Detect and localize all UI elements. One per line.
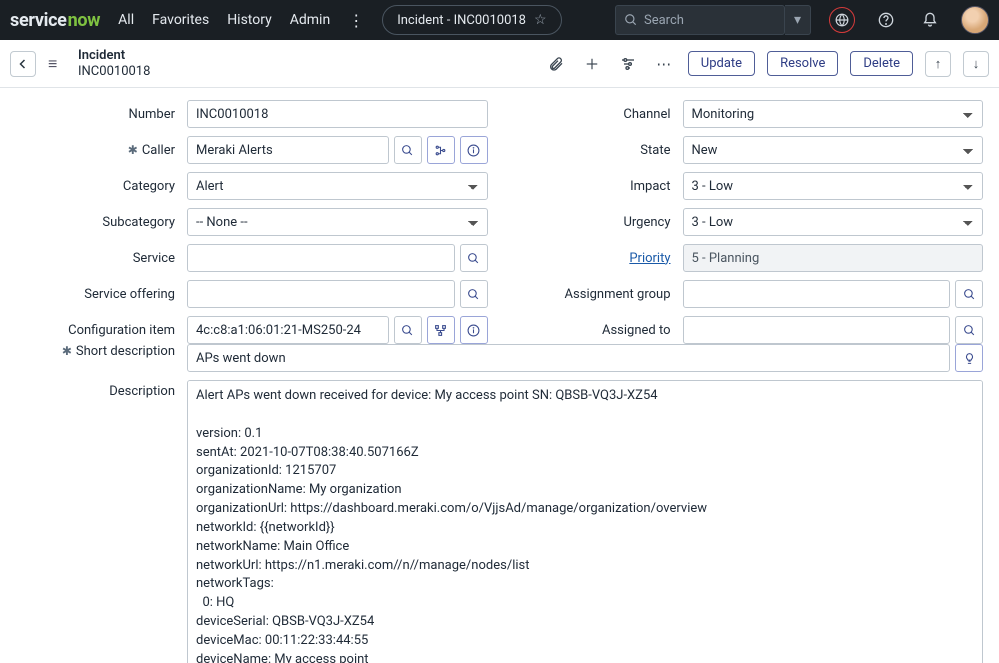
assignment-group-field[interactable] bbox=[683, 280, 951, 308]
help-icon[interactable] bbox=[873, 7, 899, 33]
label-caller: ✱Caller bbox=[16, 143, 181, 158]
priority-link[interactable]: Priority bbox=[629, 251, 670, 266]
next-record-button[interactable]: ↓ bbox=[963, 51, 989, 77]
impact-select[interactable]: 3 - Low bbox=[683, 172, 984, 200]
service-field[interactable] bbox=[187, 244, 455, 272]
short-description-field[interactable] bbox=[187, 344, 950, 372]
logo-text-b: now bbox=[68, 10, 101, 31]
nav-admin[interactable]: Admin bbox=[290, 12, 330, 28]
tab-label: Incident - INC0010018 bbox=[397, 13, 526, 28]
more-actions-icon[interactable]: ⋯ bbox=[652, 55, 676, 73]
config-item-field[interactable] bbox=[187, 316, 389, 344]
record-title: Incident INC0010018 bbox=[78, 48, 150, 79]
filter-icon[interactable] bbox=[616, 56, 640, 72]
caller-lookup-icon[interactable] bbox=[394, 136, 422, 164]
label-state: State bbox=[512, 143, 677, 158]
label-config-item: Configuration item bbox=[16, 323, 181, 338]
record-header: ≡ Incident INC0010018 ⋯ Update Resolve D… bbox=[0, 40, 999, 88]
search-placeholder: Search bbox=[644, 13, 684, 28]
service-offering-field[interactable] bbox=[187, 280, 455, 308]
prev-record-button[interactable]: ↑ bbox=[925, 51, 951, 77]
subcategory-select[interactable]: -- None -- bbox=[187, 208, 488, 236]
priority-field: 5 - Planning bbox=[683, 244, 984, 272]
label-channel: Channel bbox=[512, 107, 677, 122]
add-icon[interactable] bbox=[580, 57, 604, 71]
channel-select[interactable]: Monitoring bbox=[683, 100, 984, 128]
assignment-group-lookup-icon[interactable] bbox=[955, 280, 983, 308]
suggestion-icon[interactable] bbox=[955, 344, 983, 372]
nav-favorites[interactable]: Favorites bbox=[152, 12, 209, 28]
search-icon bbox=[624, 13, 638, 27]
resolve-button[interactable]: Resolve bbox=[767, 51, 838, 76]
assigned-to-field[interactable] bbox=[683, 316, 951, 344]
global-nav: servicenow All Favorites History Admin ⋮… bbox=[0, 0, 999, 40]
left-column: Number ✱Caller Category Alert Subcategor… bbox=[16, 100, 488, 344]
record-number: INC0010018 bbox=[78, 64, 150, 80]
label-short-description: ✱Short description bbox=[16, 344, 181, 359]
caller-tree-icon[interactable] bbox=[427, 136, 455, 164]
config-item-tree-icon[interactable] bbox=[427, 316, 455, 344]
category-select[interactable]: Alert bbox=[187, 172, 488, 200]
nav-more-icon[interactable]: ⋮ bbox=[348, 11, 364, 30]
caller-info-icon[interactable] bbox=[460, 136, 488, 164]
delete-button[interactable]: Delete bbox=[850, 51, 913, 76]
urgency-select[interactable]: 3 - Low bbox=[683, 208, 984, 236]
label-assignment-group: Assignment group bbox=[512, 287, 677, 302]
assigned-to-lookup-icon[interactable] bbox=[955, 316, 983, 344]
number-field[interactable] bbox=[187, 100, 488, 128]
label-impact: Impact bbox=[512, 179, 677, 194]
label-priority: Priority bbox=[512, 251, 677, 266]
current-tab-pill[interactable]: Incident - INC0010018 ☆ bbox=[382, 5, 561, 35]
state-select[interactable]: New bbox=[683, 136, 984, 164]
service-offering-lookup-icon[interactable] bbox=[460, 280, 488, 308]
label-subcategory: Subcategory bbox=[16, 215, 181, 230]
bell-icon[interactable] bbox=[917, 7, 943, 33]
user-avatar[interactable] bbox=[961, 6, 989, 34]
servicenow-logo[interactable]: servicenow bbox=[10, 10, 100, 31]
search-dropdown-icon[interactable]: ▾ bbox=[785, 5, 811, 35]
caller-field[interactable] bbox=[187, 136, 389, 164]
description-field[interactable] bbox=[187, 380, 983, 663]
label-assigned-to: Assigned to bbox=[512, 323, 677, 338]
globe-icon[interactable] bbox=[829, 7, 855, 33]
label-category: Category bbox=[16, 179, 181, 194]
service-lookup-icon[interactable] bbox=[460, 244, 488, 272]
label-description: Description bbox=[16, 380, 181, 399]
form-menu-icon[interactable]: ≡ bbox=[48, 54, 66, 74]
label-number: Number bbox=[16, 107, 181, 122]
update-button[interactable]: Update bbox=[688, 51, 755, 76]
label-service: Service bbox=[16, 251, 181, 266]
record-type: Incident bbox=[78, 48, 150, 64]
right-column: Channel Monitoring State New Impact 3 - … bbox=[512, 100, 984, 344]
form-body: Number ✱Caller Category Alert Subcategor… bbox=[0, 88, 999, 344]
nav-history[interactable]: History bbox=[227, 12, 272, 28]
label-urgency: Urgency bbox=[512, 215, 677, 230]
logo-text-a: service bbox=[10, 10, 67, 31]
global-search[interactable]: Search bbox=[615, 5, 785, 35]
label-service-offering: Service offering bbox=[16, 287, 181, 302]
full-width-section: ✱Short description Description bbox=[0, 344, 999, 663]
favorite-star-icon[interactable]: ☆ bbox=[534, 12, 547, 28]
attachment-icon[interactable] bbox=[544, 56, 568, 72]
nav-all[interactable]: All bbox=[118, 12, 134, 28]
config-item-info-icon[interactable] bbox=[460, 316, 488, 344]
config-item-lookup-icon[interactable] bbox=[394, 316, 422, 344]
back-button[interactable] bbox=[10, 51, 36, 77]
